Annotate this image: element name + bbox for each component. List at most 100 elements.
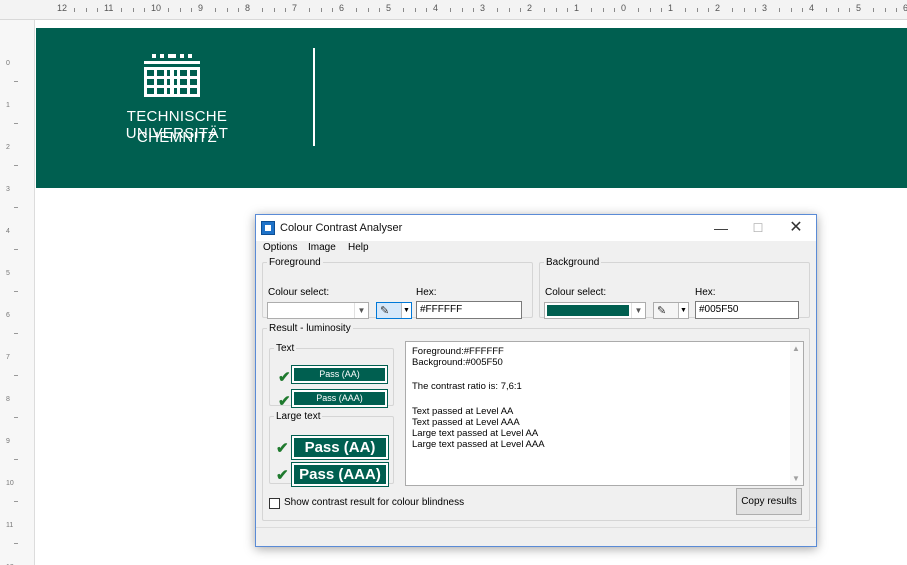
large-text-pass-aaa-badge: Pass (AAA)	[291, 462, 389, 487]
ruler-tick	[449, 8, 451, 12]
ruler-number: 5	[6, 270, 10, 277]
colour-blindness-checkbox[interactable]	[269, 498, 280, 509]
ruler-tick	[825, 8, 827, 12]
ruler-number: 4	[809, 3, 815, 13]
ruler-tick	[402, 8, 404, 12]
eyedropper-icon: ✎	[380, 305, 390, 317]
university-banner: TECHNISCHE UNIVERSITÄT CHEMNITZ	[36, 28, 907, 188]
chevron-down-icon: ▼	[354, 303, 368, 318]
bg-colour-select[interactable]: ▼	[544, 302, 646, 319]
ruler-number: 8	[6, 396, 10, 403]
fg-eyedropper-button[interactable]: ✎ ▼	[376, 302, 412, 319]
ruler-tick	[896, 8, 898, 12]
ruler-tick	[684, 8, 686, 12]
ruler-tick	[590, 8, 592, 12]
ruler-number: 7	[6, 354, 10, 361]
fg-colour-swatch	[270, 305, 352, 316]
scroll-up-icon[interactable]: ▲	[792, 344, 800, 353]
ruler-tick	[14, 249, 18, 250]
menu-image[interactable]: Image	[308, 242, 336, 253]
colour-blindness-label[interactable]: Show contrast result for colour blindnes…	[284, 497, 464, 508]
ruler-number: 9	[198, 3, 204, 13]
menu-options[interactable]: Options	[263, 242, 297, 253]
ruler-tick	[755, 8, 757, 12]
ruler-tick	[85, 8, 87, 12]
fg-hex-label: Hex:	[416, 287, 437, 298]
app-icon	[261, 221, 275, 235]
ruler-tick	[602, 8, 604, 12]
ruler-tick	[273, 8, 275, 12]
ruler-tick	[14, 207, 18, 208]
large-text-group-label: Large text	[276, 411, 321, 422]
result-line: Large text passed at Level AAA	[412, 439, 545, 450]
fg-colour-select-label: Colour select:	[268, 287, 330, 298]
fg-colour-select[interactable]: ▼	[267, 302, 369, 319]
close-button[interactable]: ✕	[779, 217, 813, 239]
bg-hex-label: Hex:	[695, 287, 716, 298]
copy-results-button[interactable]: Copy results	[736, 488, 802, 515]
ruler-tick	[238, 8, 240, 12]
text-result-group: Text ✔ Pass (AA) ✔ Pass (AAA)	[269, 343, 394, 410]
large-text-pass-aa-badge: Pass (AA)	[291, 435, 389, 460]
menu-help[interactable]: Help	[348, 242, 369, 253]
fg-hex-input[interactable]: #FFFFFF	[416, 301, 522, 319]
ruler-number: 1	[574, 3, 580, 13]
results-scrollbar[interactable]: ▲ ▼	[790, 342, 803, 485]
maximize-button[interactable]: ☐	[741, 217, 775, 239]
ruler-tick	[261, 8, 263, 12]
ruler-number: 10	[6, 480, 14, 487]
background-group: Background Colour select: Hex: ▼ ✎ ▼ #00…	[539, 257, 810, 319]
ruler-tick	[731, 8, 733, 12]
ruler-tick	[332, 8, 334, 12]
ruler-tick	[14, 81, 18, 82]
bg-hex-input[interactable]: #005F50	[695, 301, 799, 319]
text-group-label: Text	[276, 343, 295, 354]
ruler-tick	[308, 8, 310, 12]
result-line: Foreground:#FFFFFF	[412, 346, 504, 357]
result-group-label: Result - luminosity	[269, 323, 351, 334]
ruler-tick	[120, 8, 122, 12]
ruler-number: 2	[6, 144, 10, 151]
ruler-tick	[872, 8, 874, 12]
ruler-tick	[696, 8, 698, 12]
university-building-logo-icon	[144, 54, 200, 97]
ruler-tick	[97, 8, 99, 12]
minimize-button[interactable]: —	[704, 217, 738, 239]
ruler-number: 2	[715, 3, 721, 13]
horizontal-ruler: 12111098765432101234567	[0, 0, 907, 20]
ruler-tick	[637, 8, 639, 12]
ruler-tick	[14, 501, 18, 502]
ruler-tick	[379, 8, 381, 12]
window-title: Colour Contrast Analyser	[280, 222, 403, 234]
ruler-number: 0	[6, 60, 10, 67]
menu-bar: Options Image Help	[256, 241, 816, 257]
chevron-down-icon: ▼	[678, 303, 688, 318]
ruler-tick	[555, 8, 557, 12]
ruler-tick	[14, 543, 18, 544]
result-line: Text passed at Level AA	[412, 406, 514, 417]
ruler-tick	[367, 8, 369, 12]
large-text-result-group: Large text ✔ Pass (AA) ✔ Pass (AAA)	[269, 411, 394, 487]
ruler-tick	[14, 291, 18, 292]
ruler-number: 3	[480, 3, 486, 13]
bg-eyedropper-button[interactable]: ✎ ▼	[653, 302, 689, 319]
ruler-tick	[14, 417, 18, 418]
title-bar[interactable]: Colour Contrast Analyser — ☐ ✕	[256, 215, 816, 241]
ruler-tick	[285, 8, 287, 12]
ruler-number: 5	[386, 3, 392, 13]
ruler-number: 12	[57, 3, 68, 13]
result-line: Large text passed at Level AA	[412, 428, 539, 439]
ruler-number: 2	[527, 3, 533, 13]
university-name-line2: CHEMNITZ	[137, 129, 217, 146]
background-group-label: Background	[546, 257, 600, 268]
ruler-number: 11	[6, 522, 14, 529]
ruler-number: 1	[6, 102, 10, 109]
scroll-down-icon[interactable]: ▼	[792, 474, 800, 483]
ruler-number: 8	[245, 3, 251, 13]
ruler-number: 0	[621, 3, 627, 13]
results-text-area[interactable]: Foreground:#FFFFFF Background:#005F50 Th…	[405, 341, 804, 486]
ruler-tick	[14, 165, 18, 166]
vertical-ruler: 0123456789101112	[0, 20, 35, 565]
ruler-number: 6	[903, 3, 907, 13]
ruler-tick	[508, 8, 510, 12]
